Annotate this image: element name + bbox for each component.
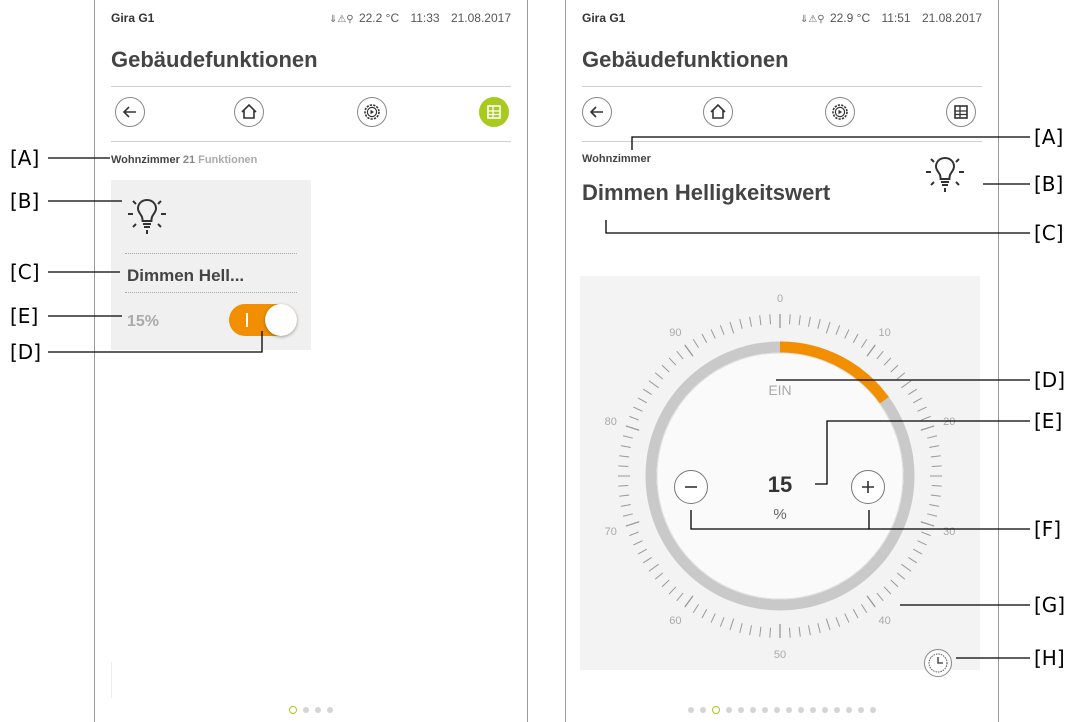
callout-label: [D] bbox=[10, 340, 42, 364]
callout-lines bbox=[48, 136, 1030, 659]
callout-label: [C] bbox=[10, 260, 40, 284]
callout-label: [G] bbox=[1034, 593, 1066, 617]
callout-label: [A] bbox=[1034, 125, 1064, 149]
callout-label: [E] bbox=[10, 304, 39, 328]
callout-label: [B] bbox=[1034, 172, 1064, 196]
callout-label: [F] bbox=[1034, 517, 1062, 541]
callout-label: [B] bbox=[10, 189, 40, 213]
callout-label: [A] bbox=[10, 146, 40, 170]
callout-label: [D] bbox=[1034, 368, 1066, 392]
callout-label: [C] bbox=[1034, 221, 1064, 245]
callout-label: [E] bbox=[1034, 409, 1063, 433]
callout-label: [H] bbox=[1034, 646, 1065, 670]
